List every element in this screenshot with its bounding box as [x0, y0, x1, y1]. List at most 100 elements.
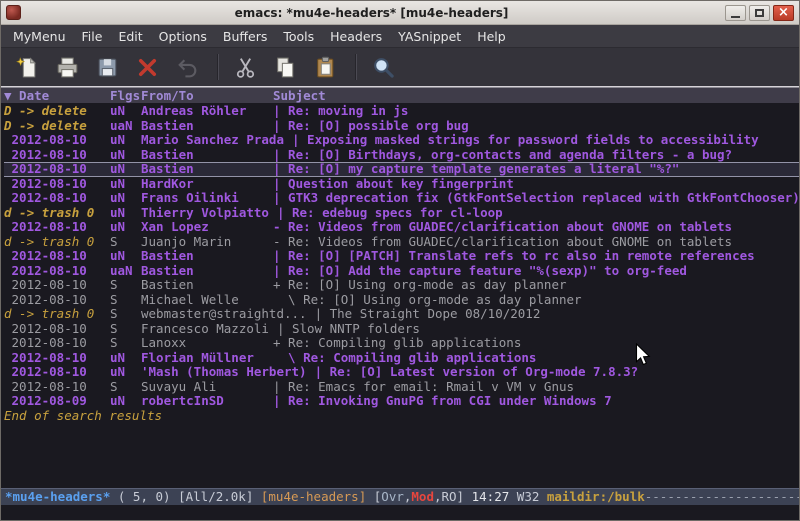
copy-button[interactable] [267, 51, 303, 83]
flags-cell: S [110, 307, 141, 322]
flags-cell: uN [110, 206, 141, 221]
kill-buffer-button[interactable] [129, 51, 165, 83]
maximize-icon [755, 9, 764, 17]
message-row[interactable]: 2012-08-09uNrobertcInSD| Re: Invoking Gn… [4, 394, 799, 409]
from-cell: Andreas Röhler [141, 104, 273, 119]
mode-line[interactable]: *mu4e-headers* ( 5, 0) [All/2.0k] [mu4e-… [1, 488, 799, 505]
message-row[interactable]: 2012-08-10uNFrans Oilinki| GTK3 deprecat… [4, 191, 799, 206]
date-cell: 2012-08-10 [4, 249, 110, 264]
print-icon [55, 55, 80, 80]
menu-item-options[interactable]: Options [151, 27, 215, 46]
subject-cell: | Re: Invoking GnuPG from CGI under Wind… [273, 394, 799, 409]
message-list: D -> deleteuNAndreas Röhler| Re: moving … [4, 104, 799, 409]
emacs-app-icon [6, 5, 21, 20]
paste-button[interactable] [307, 51, 343, 83]
maximize-button[interactable] [749, 5, 770, 21]
menu-item-file[interactable]: File [74, 27, 111, 46]
flags-cell: uN [110, 394, 141, 409]
emacs-window: { "window": { "title": "emacs: *mu4e-hea… [0, 0, 800, 521]
toolbar-separator [217, 54, 219, 80]
column-header-from[interactable]: From/To [141, 88, 273, 103]
from-cell: Bastien [141, 148, 273, 163]
from-cell: Lanoxx [141, 336, 273, 351]
message-row[interactable]: 2012-08-10uNMario Sanchez Prada| Exposin… [4, 133, 799, 148]
flags-cell: uN [110, 148, 141, 163]
subject-cell: | Re: [O] my capture template generates … [273, 162, 799, 177]
from-cell: Mario Sanchez Prada [141, 133, 292, 148]
save-button[interactable] [89, 51, 125, 83]
flags-cell: uaN [110, 119, 141, 134]
column-header-flags[interactable]: Flgs [110, 88, 141, 103]
subject-cell: - Re: Videos from GUADEC/clarification a… [273, 220, 799, 235]
from-cell: Bastien [141, 162, 273, 177]
search-button[interactable] [365, 51, 401, 83]
undo-icon [175, 55, 200, 80]
message-row[interactable]: 2012-08-10uNBastien| Re: [O] [PATCH] Tra… [4, 249, 799, 264]
from-cell: robertcInSD [141, 394, 273, 409]
modeline-plain: ( 5, 0) [All/2.0k] [110, 489, 261, 504]
message-row[interactable]: d -> trash 0Swebmaster@straightd...| The… [4, 307, 799, 322]
message-row[interactable]: 2012-08-10SMichael Welle \ Re: [O] Using… [4, 293, 799, 308]
mark-cell: d -> trash 0 [4, 307, 110, 322]
subject-cell: + Re: [O] Using org-mode as day planner [273, 278, 799, 293]
cut-button[interactable] [227, 51, 263, 83]
print-button[interactable] [49, 51, 85, 83]
flags-cell: S [110, 235, 141, 250]
subject-cell: | Re: [O] possible org bug [273, 119, 799, 134]
message-row[interactable]: 2012-08-10SSuvayu Ali| Re: Emacs for ema… [4, 380, 799, 395]
message-row[interactable]: 2012-08-10uNHardKor| Question about key … [4, 177, 799, 192]
minimize-button[interactable] [725, 5, 746, 21]
column-header-subject[interactable]: Subject [273, 88, 799, 103]
paste-icon [313, 55, 338, 80]
menu-item-help[interactable]: Help [469, 27, 514, 46]
search-icon [371, 55, 396, 80]
message-row[interactable]: 2012-08-10SBastien+ Re: [O] Using org-mo… [4, 278, 799, 293]
close-button[interactable]: × [773, 5, 794, 21]
menu-item-buffers[interactable]: Buffers [215, 27, 275, 46]
new-file-icon [15, 55, 40, 80]
message-row[interactable]: D -> deleteuNAndreas Röhler| Re: moving … [4, 104, 799, 119]
message-row[interactable]: d -> trash 0uNThierry Volpiatto| Re: ede… [4, 206, 799, 221]
message-row[interactable]: 2012-08-10SFrancesco Mazzoli| Slow NNTP … [4, 322, 799, 337]
column-header-date[interactable]: ▼ Date [4, 88, 110, 103]
message-row[interactable]: 2012-08-10uNBastien| Re: [O] Birthdays, … [4, 148, 799, 163]
message-row[interactable]: d -> trash 0SJuanjo Marin- Re: Videos fr… [4, 235, 799, 250]
date-cell: 2012-08-10 [4, 148, 110, 163]
message-row[interactable]: 2012-08-10uN'Mash (Thomas Herbert)| Re: … [4, 365, 799, 380]
echo-area[interactable] [1, 505, 799, 520]
subject-cell: | The Straight Dope 08/10/2012 [315, 307, 799, 322]
kill-buffer-icon [135, 55, 160, 80]
mouse-cursor [635, 343, 652, 367]
buffer-area[interactable]: D -> deleteuNAndreas Röhler| Re: moving … [1, 103, 799, 488]
message-row[interactable]: 2012-08-10uaNBastien| Re: [O] Add the ca… [4, 264, 799, 279]
message-row[interactable]: 2012-08-10uNFlorian Müllner \ Re: Compil… [4, 351, 799, 366]
message-row[interactable]: D -> deleteuaNBastien| Re: [O] possible … [4, 119, 799, 134]
date-cell: 2012-08-10 [4, 278, 110, 293]
flags-cell: uN [110, 365, 141, 380]
from-cell: Florian Müllner [141, 351, 273, 366]
title-bar[interactable]: emacs: *mu4e-headers* [mu4e-headers] × [1, 1, 799, 25]
undo-button[interactable] [169, 51, 205, 83]
message-row[interactable]: 2012-08-10uNXan Lopez- Re: Videos from G… [4, 220, 799, 235]
modeline-modified: Mod [411, 489, 434, 504]
date-cell: 2012-08-10 [4, 220, 110, 235]
menu-item-edit[interactable]: Edit [110, 27, 150, 46]
flags-cell: uN [110, 191, 141, 206]
flags-cell: S [110, 336, 141, 351]
modeline-dashes: ----------------------------------------… [645, 489, 799, 504]
toolbar-separator [355, 54, 357, 80]
new-file-button[interactable] [9, 51, 45, 83]
date-cell: 2012-08-10 [4, 293, 110, 308]
modeline-time: 14:27 [472, 489, 510, 504]
menu-item-mymenu[interactable]: MyMenu [5, 27, 74, 46]
modeline-mode: [mu4e-headers] [261, 489, 366, 504]
message-row[interactable]: 2012-08-10SLanoxx+ Re: Compiling glib ap… [4, 336, 799, 351]
subject-cell: | Slow NNTP folders [277, 322, 799, 337]
menu-item-headers[interactable]: Headers [322, 27, 390, 46]
modeline-plain: ,RO] [434, 489, 472, 504]
subject-cell: | Re: [O] Birthdays, org-contacts and ag… [273, 148, 799, 163]
menu-item-yasnippet[interactable]: YASnippet [390, 27, 469, 46]
flags-cell: uN [110, 104, 141, 119]
menu-item-tools[interactable]: Tools [275, 27, 322, 46]
message-row-current[interactable]: 2012-08-10uNBastien| Re: [O] my capture … [4, 162, 799, 177]
